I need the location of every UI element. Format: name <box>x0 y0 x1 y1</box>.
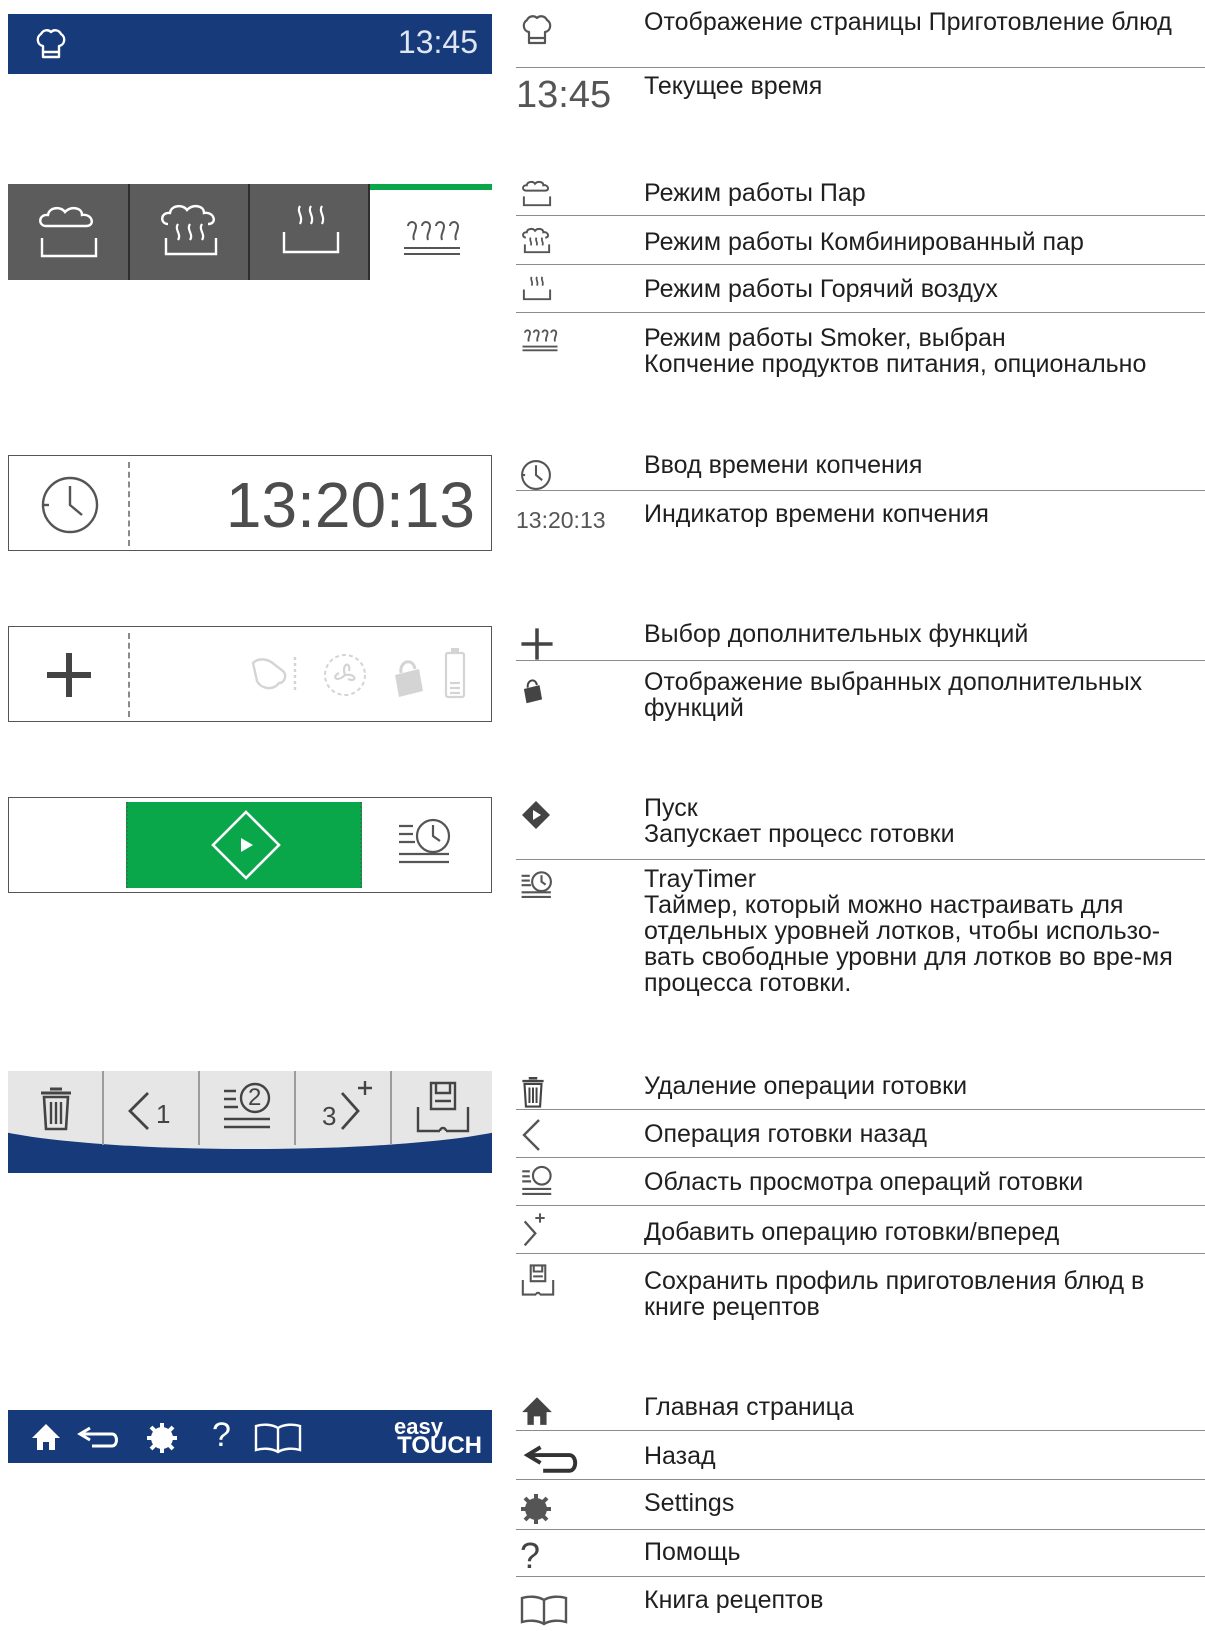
additional-functions-panel <box>8 626 492 722</box>
steam-icon <box>520 177 554 216</box>
divider <box>128 462 130 546</box>
legend-steam: Режим работы Пар <box>644 179 866 207</box>
legend-step-view: Область просмотра операций готовки <box>644 1168 1084 1196</box>
top-bar: 13:45 <box>8 14 492 74</box>
next-step-number: 3 <box>322 1101 337 1131</box>
operating-modes-bar <box>8 184 492 280</box>
time-symbol: 13:45 <box>516 74 612 116</box>
smoke-time-panel: 13:20:13 <box>8 455 492 551</box>
legend-combi-steam: Режим работы Комбинированный пар <box>644 228 1084 256</box>
smoker-icon <box>520 322 560 361</box>
legend-step-add: Добавить операцию готовки/вперед <box>644 1218 1060 1246</box>
prev-step-number: 1 <box>156 1099 171 1129</box>
step-add-button[interactable]: 3 <box>296 1071 392 1145</box>
footer-bar: ? easy TOUCH <box>8 1410 492 1463</box>
legend-traytimer: TrayTimer Таймер, который можно настраив… <box>644 865 1173 997</box>
back-icon <box>520 1442 582 1481</box>
divider <box>516 1109 1205 1110</box>
step-view-button[interactable]: 2 <box>200 1071 296 1145</box>
legend-start: Пуск Запускает процесс готовки <box>644 794 955 848</box>
start-panel <box>8 797 492 893</box>
delete-step-button[interactable] <box>8 1071 104 1145</box>
traytimer-button[interactable] <box>397 816 457 879</box>
fan-icon <box>321 651 369 704</box>
divider <box>516 1576 1205 1577</box>
legend-current-time: Текущее время <box>644 72 823 100</box>
legend-hot-air: Режим работы Горячий воздух <box>644 275 998 303</box>
recipe-book-icon <box>520 1594 568 1631</box>
legend-extra-functions-select: Выбор дополнительных функций <box>644 620 1029 648</box>
home-icon[interactable] <box>30 1422 62 1457</box>
selected-indicator <box>370 184 492 190</box>
divider <box>516 1253 1205 1254</box>
current-step-number: 2 <box>248 1084 262 1111</box>
legend-home: Главная страница <box>644 1393 854 1421</box>
chef-hat-icon[interactable] <box>34 28 68 65</box>
trash-icon <box>520 1074 546 1113</box>
legend-step-back: Операция готовки назад <box>644 1120 927 1148</box>
save-profile-button[interactable] <box>392 1071 492 1145</box>
traytimer-icon <box>520 870 556 909</box>
legend-settings: Settings <box>644 1489 735 1517</box>
help-icon[interactable]: ? <box>212 1416 231 1455</box>
save-book-icon <box>520 1263 556 1302</box>
legend-save-profile: Сохранить профиль приготовления блюд в к… <box>644 1267 1145 1321</box>
divider <box>516 490 1205 491</box>
battery-icon <box>443 647 467 706</box>
divider <box>516 312 1205 313</box>
smoke-time-display: 13:20:13 <box>225 469 475 541</box>
hot-air-icon <box>520 272 554 311</box>
combi-steam-mode-button[interactable] <box>130 184 250 280</box>
legend-recipes: Книга рецептов <box>644 1586 824 1614</box>
legend-help: Помощь <box>644 1538 741 1566</box>
step-back-button[interactable]: 1 <box>104 1071 200 1145</box>
hot-air-mode-button[interactable] <box>250 184 370 280</box>
legend-delete-step: Удаление операции готовки <box>644 1072 968 1100</box>
home-icon <box>520 1395 554 1432</box>
help-icon: ? <box>520 1535 541 1576</box>
divider <box>128 633 130 717</box>
divider <box>516 1430 1205 1431</box>
chevron-left-icon <box>520 1117 542 1158</box>
easy-touch-logo: easy TOUCH <box>374 1414 484 1460</box>
start-button[interactable] <box>126 802 362 888</box>
back-icon[interactable] <box>76 1424 120 1455</box>
settings-icon[interactable] <box>146 1422 178 1459</box>
logo-touch: TOUCH <box>397 1432 482 1459</box>
legend-cooking-page: Отображение страницы Приготовление блюд <box>644 8 1172 36</box>
step-view-icon <box>520 1165 556 1204</box>
divider <box>516 660 1205 661</box>
divider <box>516 859 1205 860</box>
divider <box>516 1529 1205 1530</box>
chef-hat-icon <box>520 14 554 51</box>
plus-icon[interactable] <box>45 651 93 704</box>
lock-icon <box>389 653 429 702</box>
legend-smoke-time-indicator: Индикатор времени копчения <box>644 500 989 528</box>
steam-mode-button[interactable] <box>8 184 130 280</box>
recipe-book-icon[interactable] <box>254 1422 302 1459</box>
lock-icon <box>520 674 546 709</box>
clock-icon[interactable] <box>39 474 101 541</box>
current-time: 13:45 <box>397 24 478 60</box>
legend-back: Назад <box>644 1442 716 1470</box>
legend-smoke-time-input: Ввод времени копчения <box>644 451 923 479</box>
chevron-right-plus-icon <box>520 1212 548 1253</box>
smoke-time-symbol: 13:20:13 <box>516 507 606 533</box>
settings-icon <box>520 1493 552 1530</box>
smoker-mode-button[interactable] <box>370 184 492 280</box>
divider <box>516 1157 1205 1158</box>
hand-wash-icon <box>249 653 303 702</box>
legend-smoker: Режим работы Smoker, выбран Копчение про… <box>644 324 1147 378</box>
divider <box>516 215 1205 216</box>
divider <box>516 67 1205 68</box>
legend-extra-functions-show: Отображение выбранных дополнительных фун… <box>644 668 1143 722</box>
cooking-step-bar: 1 2 3 <box>8 1071 492 1173</box>
divider <box>516 264 1205 265</box>
start-icon <box>520 799 552 836</box>
combi-steam-icon <box>520 224 554 263</box>
divider <box>516 1479 1205 1480</box>
divider <box>516 1205 1205 1206</box>
